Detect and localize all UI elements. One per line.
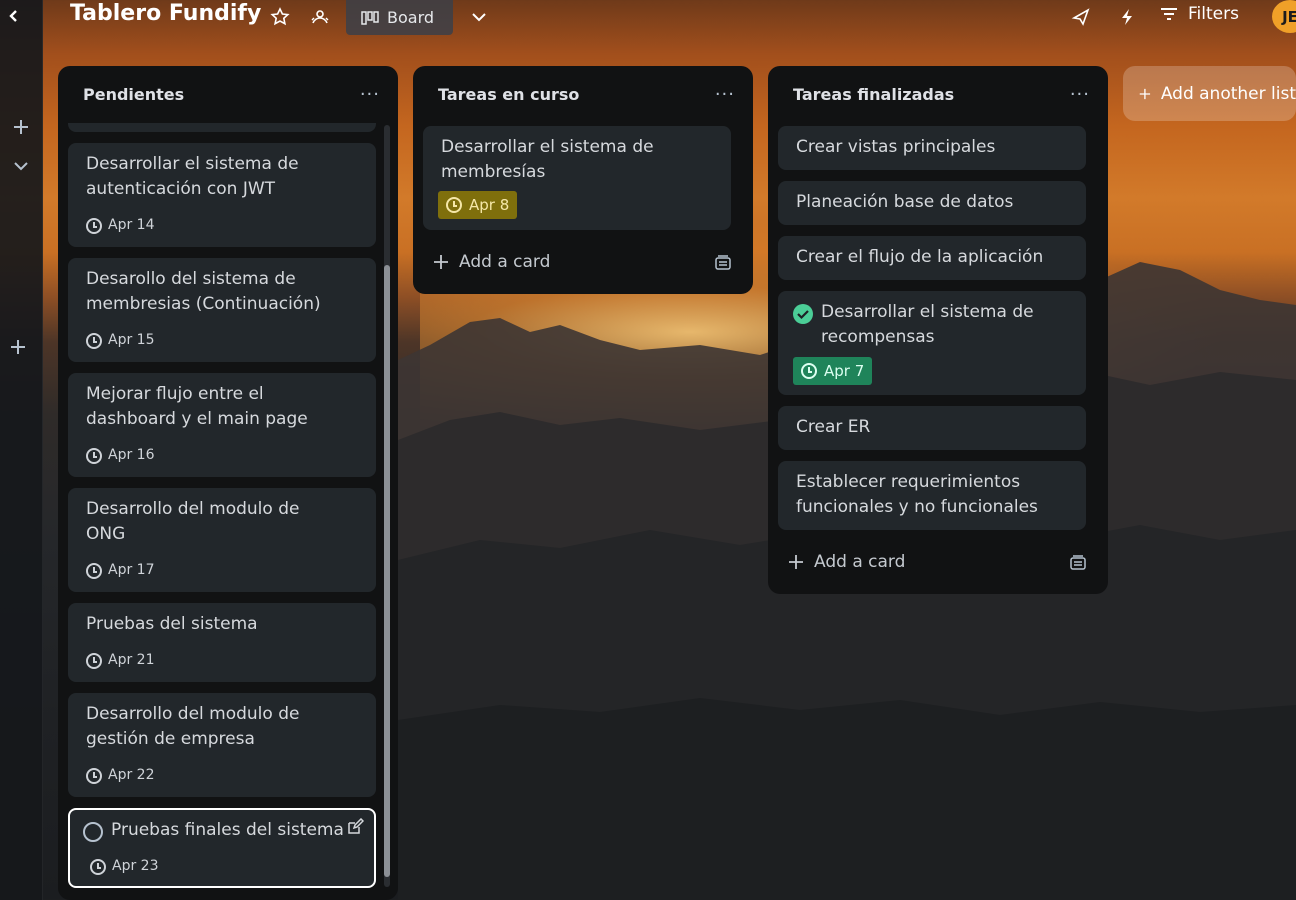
board-view-button[interactable]: Board	[346, 0, 453, 35]
due-date-label: Apr 23	[112, 858, 159, 874]
clock-icon	[86, 217, 102, 234]
list-item[interactable]: Establecer requerimientos funcionales y …	[778, 461, 1086, 530]
card-title: Mejorar flujo entre el dashboard y el ma…	[86, 384, 308, 429]
clock-icon	[86, 767, 102, 784]
card-title: Desarollo del sistema de membresias (Con…	[86, 269, 321, 314]
completed-check-icon[interactable]	[793, 304, 813, 332]
avatar[interactable]: JE	[1272, 0, 1296, 33]
power-ups-icon[interactable]	[1070, 6, 1092, 28]
list-item[interactable]: Crear vistas principales	[778, 126, 1086, 170]
list-tareas-en-curso: Tareas en curso ··· Desarrollar el siste…	[413, 66, 753, 294]
card-title: Planeación base de datos	[796, 192, 1014, 212]
collapse-sidebar-icon[interactable]	[0, 2, 28, 30]
plus-icon	[1139, 88, 1151, 99]
due-date-label: Apr 15	[108, 332, 155, 348]
due-date: Apr 17	[86, 558, 154, 583]
board-view-label: Board	[387, 8, 435, 27]
due-date-label: Apr 14	[108, 217, 155, 233]
list-item[interactable]: Desarrollo del modulo de gestión de empr…	[68, 693, 376, 797]
due-date-label: Apr 21	[108, 652, 155, 668]
add-list-button[interactable]: Add another list	[1123, 66, 1296, 121]
list-item[interactable]: Mejorar flujo entre el dashboard y el ma…	[68, 373, 376, 477]
list-item-hovered[interactable]: Pruebas finales del sistema Apr 23	[68, 808, 376, 888]
due-date-label: Apr 22	[108, 767, 155, 783]
list-item[interactable]: Desarrollar el sistema de recompensas Ap…	[778, 291, 1086, 395]
list-menu-icon[interactable]: ···	[715, 84, 735, 105]
left-sidebar	[0, 0, 43, 900]
chevron-down-icon[interactable]	[10, 155, 32, 177]
clock-icon	[86, 652, 102, 669]
card-template-icon[interactable]	[714, 254, 732, 276]
add-card-button[interactable]: Add a card	[788, 552, 905, 572]
filter-icon	[1161, 8, 1177, 20]
list-menu-icon[interactable]: ···	[360, 84, 380, 105]
board-title[interactable]: Tablero Fundify	[70, 1, 261, 26]
list-item[interactable]: Pruebas del sistema Apr 21	[68, 603, 376, 682]
add-workspace-icon[interactable]	[7, 336, 29, 358]
filters-button[interactable]: Filters	[1160, 4, 1239, 24]
clock-icon	[86, 562, 102, 579]
chevron-down-icon[interactable]	[468, 6, 490, 28]
card-title: Desarrollo del modulo de gestión de empr…	[86, 704, 300, 749]
clock-icon	[801, 363, 817, 379]
list-item[interactable]: Desarrollar el sistema de autenticación …	[68, 143, 376, 247]
list-item[interactable]: Desarrollar el sistema de membresías Apr…	[423, 126, 731, 230]
add-card-button[interactable]: Add a card	[433, 252, 550, 272]
plus-icon	[789, 555, 803, 569]
card-template-icon[interactable]	[1069, 554, 1087, 576]
board-header: Tablero Fundify Board Filters JE	[9, 0, 1296, 44]
list-menu-icon[interactable]: ···	[1070, 84, 1090, 105]
due-date: Apr 16	[86, 443, 154, 468]
list-tareas-finalizadas: Tareas finalizadas ··· Crear vistas prin…	[768, 66, 1108, 594]
card-title: Pruebas del sistema	[86, 614, 258, 634]
list-title[interactable]: Tareas en curso	[438, 85, 579, 104]
list-item[interactable]	[68, 123, 376, 132]
due-date: Apr 14	[86, 213, 154, 238]
due-date: Apr 23	[90, 854, 158, 879]
add-card-label: Add a card	[814, 552, 906, 572]
list-item[interactable]: Desarrollo del modulo de ONG Apr 17	[68, 488, 376, 592]
add-card-label: Add a card	[459, 252, 551, 272]
list-title[interactable]: Tareas finalizadas	[793, 85, 954, 104]
due-date-label: Apr 16	[108, 447, 155, 463]
clock-icon	[86, 447, 102, 464]
workspace-visibility-icon[interactable]	[309, 6, 331, 28]
list-item[interactable]: Planeación base de datos	[778, 181, 1086, 225]
list-item[interactable]: Crear el flujo de la aplicación	[778, 236, 1086, 280]
complete-checkbox-icon[interactable]	[83, 822, 103, 842]
due-date-label: Apr 17	[108, 562, 155, 578]
due-date: Apr 21	[86, 648, 154, 673]
scrollbar-thumb[interactable]	[384, 265, 390, 877]
plus-icon	[434, 255, 448, 269]
filters-label: Filters	[1188, 4, 1239, 24]
automation-icon[interactable]	[1116, 6, 1138, 28]
edit-card-icon[interactable]	[346, 817, 365, 844]
due-date: Apr 15	[86, 328, 154, 353]
board-view-icon	[361, 10, 379, 25]
due-date-badge[interactable]: Apr 8	[438, 191, 518, 219]
card-title: Establecer requerimientos funcionales y …	[796, 472, 1038, 517]
list-title[interactable]: Pendientes	[83, 85, 184, 104]
star-icon[interactable]	[269, 6, 291, 28]
clock-icon	[90, 858, 106, 875]
due-date-label: Apr 7	[824, 361, 865, 380]
due-date-label: Apr 8	[469, 195, 510, 214]
card-title: Desarrollo del modulo de ONG	[86, 499, 300, 544]
due-date: Apr 22	[86, 763, 154, 788]
list-item[interactable]: Crear ER	[778, 406, 1086, 450]
list-item[interactable]: Desarollo del sistema de membresias (Con…	[68, 258, 376, 362]
clock-icon	[86, 332, 102, 349]
list-pendientes: Pendientes ··· Desarrollar el sistema de…	[58, 66, 398, 900]
card-title: Crear vistas principales	[796, 137, 996, 157]
card-title: Pruebas finales del sistema	[111, 820, 344, 840]
card-title: Desarrollar el sistema de autenticación …	[86, 154, 299, 199]
add-icon[interactable]	[10, 116, 32, 138]
card-title: Desarrollar el sistema de membresías	[441, 137, 654, 182]
due-date-badge-done[interactable]: Apr 7	[793, 357, 873, 385]
card-title: Crear ER	[796, 417, 871, 437]
clock-icon	[446, 197, 462, 213]
add-list-label: Add another list	[1160, 83, 1296, 104]
card-title: Desarrollar el sistema de recompensas	[821, 302, 1034, 347]
card-title: Crear el flujo de la aplicación	[796, 247, 1044, 267]
